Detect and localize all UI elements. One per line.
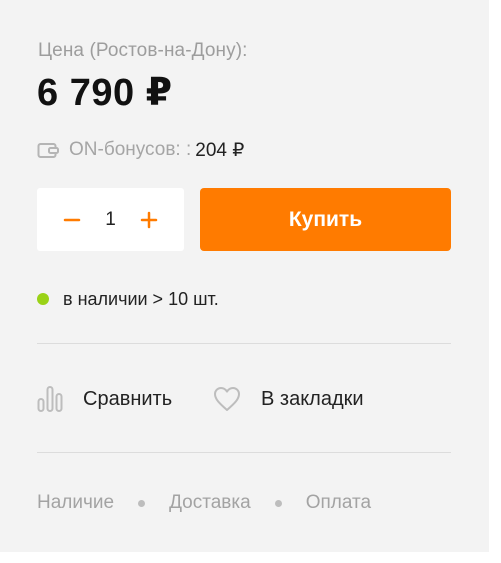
plus-icon	[140, 211, 158, 228]
divider-top	[37, 343, 451, 344]
divider-bottom	[37, 452, 451, 453]
quantity-stepper: 1	[37, 188, 184, 251]
footer-link-availability[interactable]: Наличие	[37, 492, 114, 514]
bookmark-label: В закладки	[261, 387, 364, 410]
stock-status-dot	[37, 293, 49, 305]
buy-button[interactable]: Купить	[200, 188, 451, 251]
footer-link-delivery[interactable]: Доставка	[169, 492, 251, 514]
bonus-label: ON-бонусов: :	[69, 139, 192, 160]
footer-link-payment[interactable]: Оплата	[306, 492, 371, 514]
quantity-value[interactable]: 1	[105, 209, 116, 231]
product-purchase-panel: Цена (Ростов-на-Дону): 6 790 ₽ ON-бонусо…	[0, 0, 489, 552]
decrease-quantity-button[interactable]	[61, 209, 83, 231]
bonus-row: ON-бонусов: : 204 ₽	[37, 138, 244, 162]
bookmark-button[interactable]: В закладки	[213, 382, 364, 416]
minus-icon	[63, 218, 81, 221]
bonus-value: 204 ₽	[195, 139, 245, 161]
wallet-icon	[37, 143, 59, 158]
heart-icon	[214, 387, 240, 411]
stock-status: в наличии > 10 шт.	[37, 288, 219, 310]
compare-bars-icon	[37, 386, 63, 412]
price-label: Цена (Ростов-на-Дону):	[38, 40, 248, 61]
price-value: 6 790 ₽	[37, 72, 173, 114]
compare-button[interactable]: Сравнить	[37, 382, 172, 416]
footer-separator-dot	[274, 499, 282, 507]
compare-label: Сравнить	[83, 387, 173, 410]
stock-status-text: в наличии > 10 шт.	[63, 288, 219, 309]
increase-quantity-button[interactable]	[138, 209, 160, 231]
footer-separator-dot	[138, 499, 146, 507]
footer-links: Наличие Доставка Оплата	[37, 490, 371, 516]
